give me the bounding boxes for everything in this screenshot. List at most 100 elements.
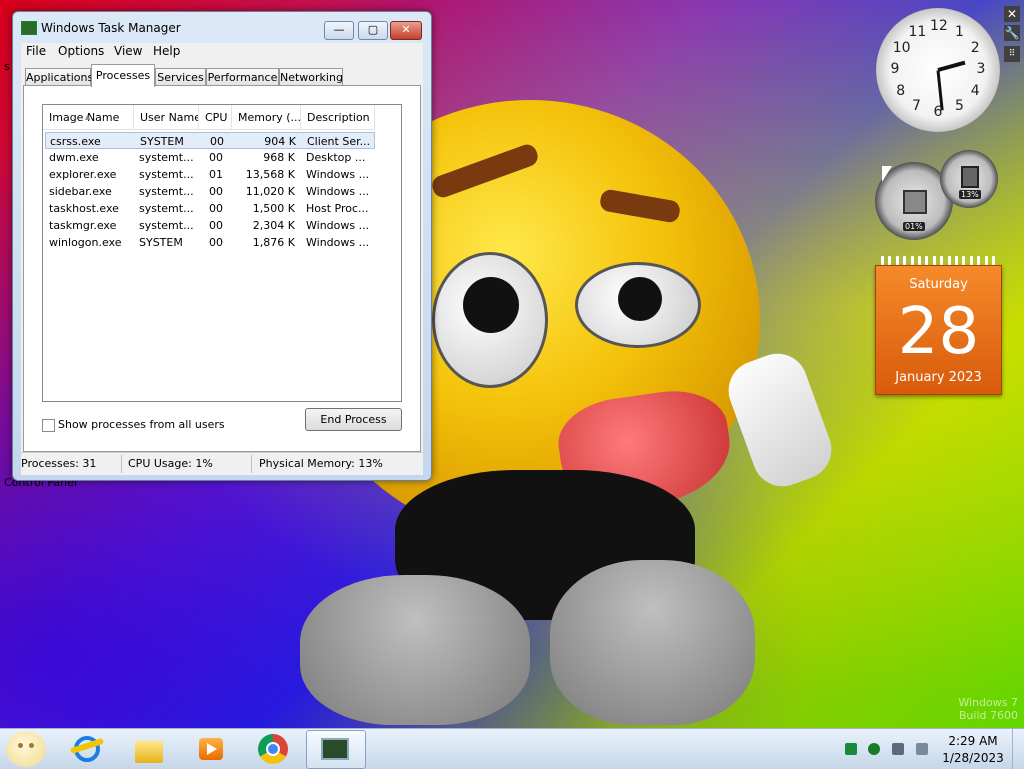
cell-name: csrss.exe <box>50 135 101 148</box>
start-button[interactable] <box>6 731 46 767</box>
clock-number: 6 <box>933 104 943 120</box>
column-memory[interactable]: Memory (... <box>232 105 301 129</box>
cell-user: systemt... <box>139 168 194 181</box>
status-cpu: CPU Usage: 1% <box>128 457 213 470</box>
wallpaper-shoe-left <box>300 575 530 725</box>
process-list[interactable]: ▲ Image Name User Name CPU Memory (... D… <box>42 104 402 402</box>
cell-description: Client Ser... <box>307 135 371 148</box>
cell-name: taskmgr.exe <box>49 219 117 232</box>
clock-gadget[interactable]: 12 1 2 3 4 5 6 7 8 9 10 11 <box>876 8 1000 132</box>
end-process-button[interactable]: End Process <box>305 408 402 431</box>
clock-number: 7 <box>912 98 921 115</box>
status-divider <box>251 455 252 473</box>
task-manager-taskbar-button[interactable] <box>306 730 366 769</box>
column-cpu[interactable]: CPU <box>199 105 232 129</box>
cell-memory: 968 K <box>263 151 295 164</box>
grip-icon[interactable]: ⠿ <box>1004 46 1020 62</box>
network-icon[interactable] <box>892 743 904 755</box>
clock-number: 1 <box>955 23 964 40</box>
action-center-icon[interactable] <box>868 743 880 755</box>
libraries-folder-icon[interactable] <box>132 733 166 765</box>
cell-description: Windows ... <box>306 219 370 232</box>
cpu-chip-icon <box>903 190 927 214</box>
cell-user: systemt... <box>139 185 194 198</box>
tab-applications[interactable]: Applications <box>25 68 93 86</box>
watermark-line2: Build 7600 <box>958 709 1018 722</box>
tab-performance[interactable]: Performance <box>206 68 279 86</box>
tab-networking[interactable]: Networking <box>279 68 343 86</box>
menu-view[interactable]: View <box>114 44 142 58</box>
table-row[interactable]: taskmgr.exe systemt... 00 2,304 K Windows ..… <box>45 217 375 234</box>
desktop-clipped-label: s <box>4 60 10 73</box>
column-description[interactable]: Description <box>301 105 375 129</box>
menu-file[interactable]: File <box>26 44 46 58</box>
tab-services[interactable]: Services <box>155 68 206 86</box>
wallpaper-eye-left <box>432 252 548 388</box>
tray-clock-date[interactable]: 1/28/2023 <box>938 751 1008 765</box>
cell-cpu: 00 <box>209 236 223 249</box>
column-cpu-label: CPU <box>205 111 228 124</box>
show-all-users-label: Show processes from all users <box>58 418 225 431</box>
chrome-icon[interactable] <box>256 733 290 765</box>
calendar-day-number: 28 <box>897 295 980 369</box>
table-row[interactable]: explorer.exe systemt... 01 13,568 K Windows … <box>45 166 375 183</box>
window-title: Windows Task Manager <box>41 21 181 35</box>
menu-bar: File Options View Help <box>21 43 423 61</box>
cell-memory: 11,020 K <box>245 185 295 198</box>
close-icon[interactable]: ✕ <box>1004 6 1020 22</box>
table-row[interactable]: csrss.exe SYSTEM 00 904 K Client Ser... <box>45 132 375 149</box>
show-desktop-button[interactable] <box>1012 729 1024 769</box>
title-bar[interactable]: Windows Task Manager — ▢ ✕ <box>13 12 431 40</box>
cell-memory: 1,876 K <box>252 236 295 249</box>
cell-memory: 13,568 K <box>245 168 295 181</box>
cell-user: systemt... <box>139 202 194 215</box>
clock-number: 8 <box>896 82 906 99</box>
table-row[interactable]: sidebar.exe systemt... 00 11,020 K Windows .… <box>45 183 375 200</box>
show-all-users-checkbox[interactable] <box>42 419 55 432</box>
internet-explorer-icon[interactable] <box>69 733 105 765</box>
cell-user: systemt... <box>139 219 194 232</box>
gadget-toolbar: ✕ 🔧 ⠿ <box>1004 6 1020 66</box>
calendar-gadget[interactable]: Saturday 28 January 2023 <box>875 265 1002 395</box>
calendar-weekday: Saturday <box>909 277 968 292</box>
tray-clock-time[interactable]: 2:29 AM <box>938 734 1008 748</box>
tab-processes[interactable]: Processes <box>91 64 155 87</box>
status-memory: Physical Memory: 13% <box>259 457 383 470</box>
clock-number: 11 <box>908 23 927 40</box>
taskbar: 2:29 AM 1/28/2023 <box>0 728 1024 769</box>
table-row[interactable]: dwm.exe systemt... 00 968 K Desktop ... <box>45 149 375 166</box>
tray-app-icon[interactable] <box>845 743 857 755</box>
process-list-header: ▲ Image Name User Name CPU Memory (... D… <box>43 105 375 130</box>
task-manager-window: Windows Task Manager — ▢ ✕ File Options … <box>12 11 432 481</box>
clock-number: 9 <box>890 61 900 77</box>
media-player-icon[interactable] <box>194 733 228 765</box>
task-manager-icon <box>321 738 349 760</box>
start-orb-eye <box>29 743 34 748</box>
cell-cpu: 00 <box>209 151 223 164</box>
cell-description: Windows ... <box>306 236 370 249</box>
menu-options[interactable]: Options <box>58 44 104 58</box>
task-manager-client: Applications Processes Services Performa… <box>21 61 423 452</box>
cell-memory: 904 K <box>264 135 296 148</box>
column-image-name[interactable]: ▲ Image Name <box>43 105 134 129</box>
table-row[interactable]: taskhost.exe systemt... 00 1,500 K Host Proc… <box>45 200 375 217</box>
cell-name: sidebar.exe <box>49 185 112 198</box>
table-row[interactable]: winlogon.exe SYSTEM 00 1,876 K Windows ... <box>45 234 375 251</box>
sort-up-icon: ▲ <box>85 113 91 121</box>
minimize-button[interactable]: — <box>324 21 354 40</box>
cell-user: SYSTEM <box>140 135 184 148</box>
clock-number: 3 <box>976 61 986 77</box>
wrench-icon[interactable]: 🔧 <box>1004 25 1020 41</box>
memory-meter-gadget[interactable]: 13% <box>940 150 998 208</box>
cell-cpu: 01 <box>209 168 223 181</box>
cell-cpu: 00 <box>209 185 223 198</box>
volume-muted-icon[interactable] <box>916 743 928 755</box>
maximize-button[interactable]: ▢ <box>358 21 388 40</box>
menu-help[interactable]: Help <box>153 44 180 58</box>
cell-description: Windows ... <box>306 168 370 181</box>
close-button[interactable]: ✕ <box>390 21 422 40</box>
column-memory-label: Memory (... <box>238 111 301 124</box>
column-user-name[interactable]: User Name <box>134 105 199 129</box>
cell-description: Host Proc... <box>306 202 369 215</box>
cell-user: systemt... <box>139 151 194 164</box>
